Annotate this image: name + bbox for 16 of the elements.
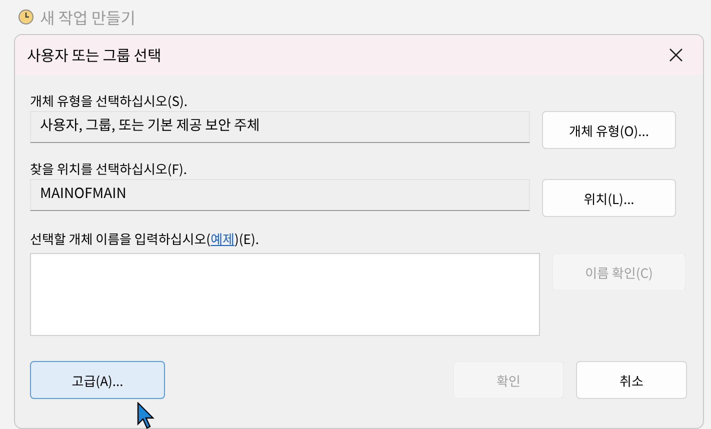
dialog-button[interactable]: 위치(L)... bbox=[542, 179, 676, 217]
field-label: 선택할 개체 이름을 입력하십시오(예제)(E). bbox=[30, 228, 260, 249]
field-label: 찾을 위치를 선택하십시오(F). bbox=[30, 158, 188, 179]
window-title: 새 작업 만들기 bbox=[40, 5, 136, 29]
value-field: 사용자, 그룹, 또는 기본 제공 보안 주체 bbox=[30, 111, 530, 143]
examples-link[interactable]: 예제 bbox=[210, 228, 234, 248]
close-icon bbox=[669, 48, 683, 62]
dialog-button[interactable]: 개체 유형(O)... bbox=[542, 111, 676, 149]
dialog-button[interactable]: 취소 bbox=[576, 361, 687, 399]
clock-icon bbox=[18, 9, 34, 25]
cursor-icon bbox=[137, 402, 155, 429]
value-field: MAINOFMAIN bbox=[30, 179, 530, 211]
field-label: 개체 유형을 선택하십시오(S). bbox=[30, 90, 189, 111]
dialog-button[interactable]: 고급(A)... bbox=[30, 361, 165, 399]
object-names-field[interactable] bbox=[30, 253, 540, 336]
dialog-title: 사용자 또는 그룹 선택 bbox=[27, 44, 162, 66]
